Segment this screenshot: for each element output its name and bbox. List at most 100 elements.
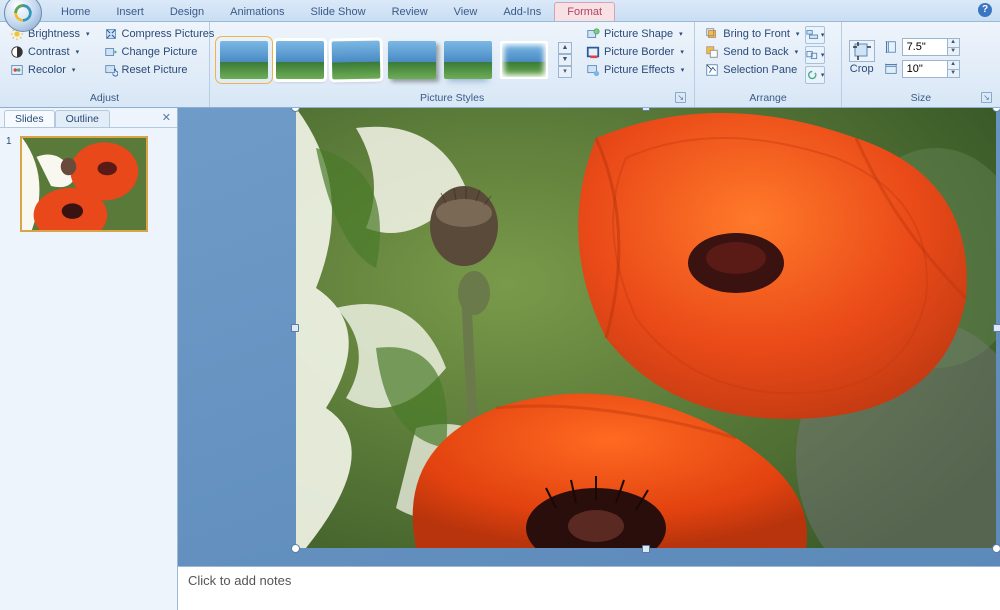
change-picture-button[interactable]: Change Picture	[100, 44, 219, 60]
group-adjust: Brightness▾ Contrast▾ Recolor▾ Compress …	[0, 22, 210, 107]
slide-number: 1	[6, 136, 14, 232]
resize-handle-se[interactable]	[992, 544, 1000, 553]
pane-close-icon[interactable]: ✕	[162, 111, 171, 124]
reset-picture-button[interactable]: Reset Picture	[100, 62, 219, 78]
brightness-label: Brightness	[28, 28, 80, 40]
picture-style-item[interactable]	[220, 41, 268, 79]
gallery-scroll-up[interactable]: ▲	[558, 42, 572, 54]
selection-pane-icon	[705, 63, 719, 77]
tab-review[interactable]: Review	[379, 2, 441, 21]
selected-picture[interactable]	[296, 108, 996, 548]
picture-style-item[interactable]	[444, 41, 492, 79]
group-button[interactable]: ▾	[805, 46, 825, 64]
picture-border-icon	[586, 45, 600, 59]
picture-border-label: Picture Border	[604, 46, 674, 58]
picture-style-item[interactable]	[276, 41, 324, 79]
change-picture-icon	[104, 45, 118, 59]
picture-border-button[interactable]: Picture Border▾	[582, 44, 688, 60]
change-picture-label: Change Picture	[122, 46, 198, 58]
gallery-more[interactable]: ▾	[558, 66, 572, 78]
dropdown-arrow-icon: ▾	[86, 30, 90, 38]
send-to-back-label: Send to Back	[723, 46, 788, 58]
picture-style-item[interactable]	[500, 41, 548, 79]
spin-up[interactable]: ▲	[947, 61, 959, 69]
bring-to-front-button[interactable]: Bring to Front▾	[701, 26, 803, 42]
align-button[interactable]: ▾	[805, 26, 825, 44]
resize-handle-sw[interactable]	[291, 544, 300, 553]
spin-down[interactable]: ▼	[947, 47, 959, 55]
compress-icon	[104, 27, 118, 41]
height-input[interactable]	[903, 41, 947, 53]
rotate-button[interactable]: ▾	[805, 66, 825, 84]
bring-to-front-icon	[705, 27, 719, 41]
group-label-adjust: Adjust	[6, 90, 203, 107]
picture-shape-label: Picture Shape	[604, 28, 673, 40]
group-label-arrange: Arrange	[701, 90, 835, 107]
send-to-back-icon	[705, 45, 719, 59]
help-icon[interactable]: ?	[978, 3, 992, 17]
slide-canvas: Click to add notes	[178, 108, 1000, 610]
menu-tabstrip: Home Insert Design Animations Slide Show…	[0, 0, 1000, 22]
recolor-label: Recolor	[28, 64, 66, 76]
spin-down[interactable]: ▼	[947, 69, 959, 77]
workspace: Slides Outline ✕ 1	[0, 108, 1000, 610]
selection-pane-button[interactable]: Selection Pane	[701, 62, 803, 78]
picture-styles-gallery: ▲ ▼ ▾	[216, 26, 576, 90]
recolor-button[interactable]: Recolor▾	[6, 62, 94, 78]
gallery-scroll-down[interactable]: ▼	[558, 54, 572, 66]
group-picture-styles: ▲ ▼ ▾ Picture Shape▾ Picture Border▾ Pic…	[210, 22, 695, 107]
reset-picture-icon	[104, 63, 118, 77]
crop-icon	[849, 40, 875, 62]
tab-format[interactable]: Format	[554, 2, 615, 21]
compress-pictures-button[interactable]: Compress Pictures	[100, 26, 219, 42]
selection-pane-label: Selection Pane	[723, 64, 797, 76]
picture-shape-icon	[586, 27, 600, 41]
crop-button[interactable]: Crop	[848, 62, 876, 76]
width-spinner[interactable]: ▲▼	[902, 60, 960, 78]
contrast-button[interactable]: Contrast▾	[6, 44, 94, 60]
resize-handle-s[interactable]	[642, 545, 650, 553]
tab-design[interactable]: Design	[157, 2, 217, 21]
dropdown-arrow-icon: ▾	[795, 48, 799, 56]
slides-tab[interactable]: Slides	[4, 110, 55, 127]
slide-thumbnail[interactable]	[20, 136, 148, 232]
slide-edit-area[interactable]	[178, 108, 1000, 566]
crop-label: Crop	[850, 63, 874, 75]
height-spinner[interactable]: ▲▼	[902, 38, 960, 56]
group-size: Crop ▲▼ ▲▼ Size↘	[842, 22, 1000, 107]
notes-pane[interactable]: Click to add notes	[178, 566, 1000, 610]
resize-handle-n[interactable]	[642, 108, 650, 111]
outline-tab[interactable]: Outline	[55, 110, 110, 127]
picture-effects-button[interactable]: Picture Effects ▾	[582, 62, 688, 78]
dropdown-arrow-icon: ▾	[796, 30, 800, 38]
dropdown-arrow-icon: ▾	[679, 30, 683, 38]
group-label-picture-styles: Picture Styles↘	[216, 90, 688, 107]
tab-insert[interactable]: Insert	[103, 2, 157, 21]
picture-style-item[interactable]	[332, 41, 381, 80]
dropdown-arrow-icon: ▾	[681, 66, 685, 74]
resize-handle-w[interactable]	[291, 324, 299, 332]
width-input[interactable]	[903, 63, 947, 75]
tab-animations[interactable]: Animations	[217, 2, 297, 21]
gallery-scroll: ▲ ▼ ▾	[558, 42, 572, 78]
tab-home[interactable]: Home	[48, 2, 103, 21]
dialog-launcher[interactable]: ↘	[981, 92, 992, 103]
reset-picture-label: Reset Picture	[122, 64, 188, 76]
group-label-size: Size↘	[848, 90, 994, 107]
picture-style-item[interactable]	[388, 41, 436, 79]
dropdown-arrow-icon: ▾	[76, 48, 80, 56]
send-to-back-button[interactable]: Send to Back ▾	[701, 44, 803, 60]
slides-pane: Slides Outline ✕ 1	[0, 108, 178, 610]
resize-handle-e[interactable]	[993, 324, 1000, 332]
spin-up[interactable]: ▲	[947, 39, 959, 47]
tab-slideshow[interactable]: Slide Show	[298, 2, 379, 21]
width-icon	[884, 62, 898, 76]
picture-effects-label: Picture Effects	[604, 64, 675, 76]
ribbon: Brightness▾ Contrast▾ Recolor▾ Compress …	[0, 22, 1000, 108]
contrast-icon	[10, 45, 24, 59]
dialog-launcher[interactable]: ↘	[675, 92, 686, 103]
tab-view[interactable]: View	[441, 2, 491, 21]
picture-shape-button[interactable]: Picture Shape ▾	[582, 26, 688, 42]
group-arrange: Bring to Front▾ Send to Back ▾ Selection …	[695, 22, 842, 107]
tab-addins[interactable]: Add-Ins	[490, 2, 554, 21]
